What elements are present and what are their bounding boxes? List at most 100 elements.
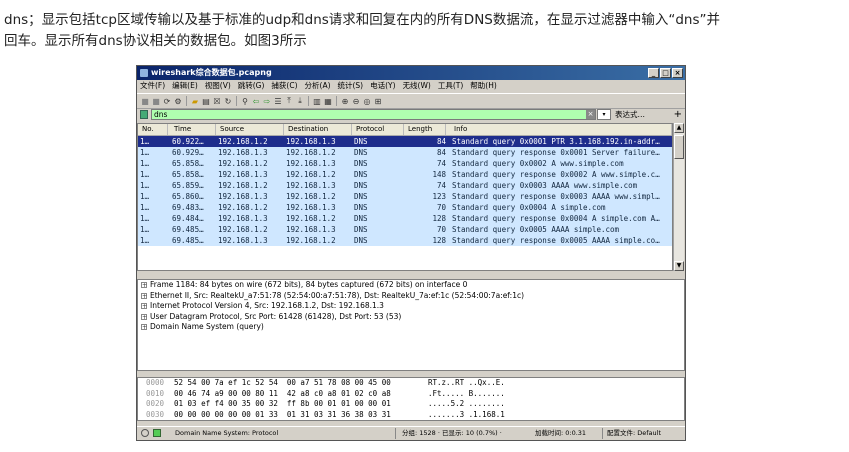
- packet-row[interactable]: 1… 65.858… 192.168.1.3 192.168.1.2 DNS 148 Sta…: [138, 169, 672, 180]
- menu-file[interactable]: 文件(F): [140, 80, 165, 92]
- add-filter-button[interactable]: +: [674, 109, 682, 120]
- detail-row-ethernet[interactable]: + Ethernet II, Src: RealtekU_a7:51:78 (52…: [138, 291, 684, 302]
- detail-row-frame[interactable]: + Frame 1184: 84 bytes on wire (672 bits)…: [138, 280, 684, 291]
- packet-row[interactable]: 1… 69.483… 192.168.1.2 192.168.1.3 DNS 70 Stan…: [138, 202, 672, 213]
- maximize-button[interactable]: □: [660, 68, 671, 78]
- menu-view[interactable]: 视图(V): [205, 80, 231, 92]
- restart-capture-icon[interactable]: ⟳: [162, 96, 172, 106]
- close-button[interactable]: ×: [672, 68, 683, 78]
- go-forward-icon[interactable]: ⇨: [262, 96, 272, 106]
- find-packet-icon[interactable]: ⚲: [240, 96, 250, 106]
- zoom-in-icon[interactable]: ⊕: [340, 96, 350, 106]
- packet-cell-no: 1…: [140, 181, 150, 190]
- filter-history-dropdown[interactable]: ▾: [597, 109, 611, 120]
- go-to-packet-icon[interactable]: ☰: [273, 96, 283, 106]
- detail-row-ip[interactable]: + Internet Protocol Version 4, Src: 192.1…: [138, 301, 684, 312]
- title-bar[interactable]: wireshark综合数据包.pcapng _ □ ×: [137, 66, 685, 80]
- packet-row[interactable]: 1… 60.922… 192.168.1.2 192.168.1.3 DNS 84 Stan…: [138, 136, 672, 147]
- start-capture-icon[interactable]: ■: [140, 96, 150, 106]
- capture-file-icon[interactable]: [153, 429, 161, 437]
- expert-info-icon[interactable]: [141, 429, 149, 437]
- col-header-no[interactable]: No.: [140, 124, 168, 135]
- packet-cell-src: 192.168.1.3: [218, 214, 268, 223]
- bytes-hex: 00 00 00 00 00 00 01 33 01 31 03 31 36 3…: [174, 409, 391, 419]
- packet-cell-time: 65.858…: [172, 159, 204, 168]
- packet-cell-info: Standard query 0x0004 A simple.com: [452, 203, 606, 212]
- packet-cell-len: 74: [436, 159, 446, 168]
- zoom-normal-icon[interactable]: ◎: [362, 96, 372, 106]
- expand-icon[interactable]: +: [141, 282, 147, 289]
- bytes-row[interactable]: 0000 52 54 00 7a ef 1c 52 54 00 a7 51 78 …: [138, 378, 684, 389]
- bytes-hex: 01 03 ef f4 00 35 00 32 ff 8b 00 01 01 0…: [174, 399, 391, 408]
- col-header-info[interactable]: Info: [452, 124, 672, 135]
- packet-cell-proto: DNS: [354, 148, 368, 157]
- expand-icon[interactable]: +: [141, 324, 147, 331]
- menu-capture[interactable]: 捕获(C): [271, 80, 297, 92]
- autoscroll-icon[interactable]: ▥: [312, 96, 322, 106]
- packet-row[interactable]: 1… 65.860… 192.168.1.3 192.168.1.2 DNS 123 Sta…: [138, 191, 672, 202]
- packet-cell-time: 65.858…: [172, 170, 204, 179]
- scroll-up-arrow-icon[interactable]: ▲: [674, 123, 684, 133]
- packet-row[interactable]: 1… 65.859… 192.168.1.2 192.168.1.3 DNS 74 Stan…: [138, 180, 672, 191]
- bytes-row[interactable]: 0020 01 03 ef f4 00 35 00 32 ff 8b 00 01 …: [138, 399, 684, 410]
- reload-icon[interactable]: ↻: [223, 96, 233, 106]
- clear-filter-icon[interactable]: ×: [586, 110, 595, 119]
- packet-row[interactable]: 1… 69.484… 192.168.1.3 192.168.1.2 DNS 128 Sta…: [138, 213, 672, 224]
- first-packet-icon[interactable]: ⤒: [284, 96, 294, 106]
- stop-capture-icon[interactable]: ■: [151, 96, 161, 106]
- status-separator: [602, 428, 603, 439]
- packet-cell-time: 65.860…: [172, 192, 204, 201]
- scroll-down-arrow-icon[interactable]: ▼: [674, 261, 684, 271]
- col-header-destination[interactable]: Destination: [286, 124, 352, 135]
- menu-statistics[interactable]: 统计(S): [338, 80, 364, 92]
- menu-analyze[interactable]: 分析(A): [305, 80, 331, 92]
- last-packet-icon[interactable]: ⤓: [295, 96, 305, 106]
- filter-bookmark-icon[interactable]: [140, 110, 148, 119]
- bytes-row[interactable]: 0030 00 00 00 00 00 00 01 33 01 31 03 31 …: [138, 410, 684, 421]
- menu-wireless[interactable]: 无线(W): [403, 80, 431, 92]
- bytes-row[interactable]: 0010 00 46 74 a9 00 00 80 11 42 a8 c0 a8 …: [138, 389, 684, 400]
- go-back-icon[interactable]: ⇦: [251, 96, 261, 106]
- packet-row[interactable]: 1… 69.485… 192.168.1.3 192.168.1.2 DNS 128 Sta…: [138, 235, 672, 246]
- packet-cell-len: 74: [436, 181, 446, 190]
- packet-row[interactable]: 1… 60.929… 192.168.1.3 192.168.1.2 DNS 84 Stan…: [138, 147, 672, 158]
- col-header-time[interactable]: Time: [172, 124, 216, 135]
- zoom-out-icon[interactable]: ⊖: [351, 96, 361, 106]
- packet-cell-proto: DNS: [354, 236, 368, 245]
- packet-cell-no: 1…: [140, 148, 150, 157]
- display-filter-input[interactable]: dns: [151, 109, 596, 120]
- close-file-icon[interactable]: ☒: [212, 96, 222, 106]
- open-file-icon[interactable]: ▰: [190, 96, 200, 106]
- packet-row[interactable]: 1… 65.858… 192.168.1.2 192.168.1.3 DNS 74 Stan…: [138, 158, 672, 169]
- packet-row[interactable]: 1… 69.485… 192.168.1.2 192.168.1.3 DNS 70 Stan…: [138, 224, 672, 235]
- packet-list-scrollbar[interactable]: ▲ ▼: [673, 123, 684, 271]
- col-header-source[interactable]: Source: [218, 124, 284, 135]
- detail-row-dns[interactable]: + Domain Name System (query): [138, 322, 684, 333]
- bytes-ascii: .Ft..... B.......: [428, 388, 505, 398]
- expression-button[interactable]: 表达式…: [615, 109, 645, 121]
- col-header-length[interactable]: Length: [406, 124, 446, 135]
- packet-cell-no: 1…: [140, 192, 150, 201]
- expand-icon[interactable]: +: [141, 303, 147, 310]
- scroll-thumb[interactable]: [674, 135, 684, 159]
- minimize-button[interactable]: _: [648, 68, 659, 78]
- packet-cell-proto: DNS: [354, 159, 368, 168]
- save-file-icon[interactable]: ▤: [201, 96, 211, 106]
- menu-tools[interactable]: 工具(T): [438, 80, 463, 92]
- menu-go[interactable]: 跳转(G): [238, 80, 265, 92]
- capture-options-icon[interactable]: ⚙: [173, 96, 183, 106]
- packet-cell-time: 69.485…: [172, 236, 204, 245]
- menu-telephony[interactable]: 电话(Y): [370, 80, 395, 92]
- expand-icon[interactable]: +: [141, 292, 147, 299]
- packet-cell-no: 1…: [140, 225, 150, 234]
- colorize-icon[interactable]: ▦: [323, 96, 333, 106]
- detail-row-udp[interactable]: + User Datagram Protocol, Src Port: 61428…: [138, 312, 684, 323]
- menu-help[interactable]: 帮助(H): [470, 80, 497, 92]
- packet-details-pane: + Frame 1184: 84 bytes on wire (672 bits)…: [137, 279, 685, 371]
- packet-cell-len: 70: [436, 203, 446, 212]
- expand-icon[interactable]: +: [141, 313, 147, 320]
- col-header-protocol[interactable]: Protocol: [354, 124, 404, 135]
- menu-edit[interactable]: 编辑(E): [172, 80, 198, 92]
- status-profile[interactable]: 配置文件: Default: [607, 427, 661, 440]
- resize-columns-icon[interactable]: ⊞: [373, 96, 383, 106]
